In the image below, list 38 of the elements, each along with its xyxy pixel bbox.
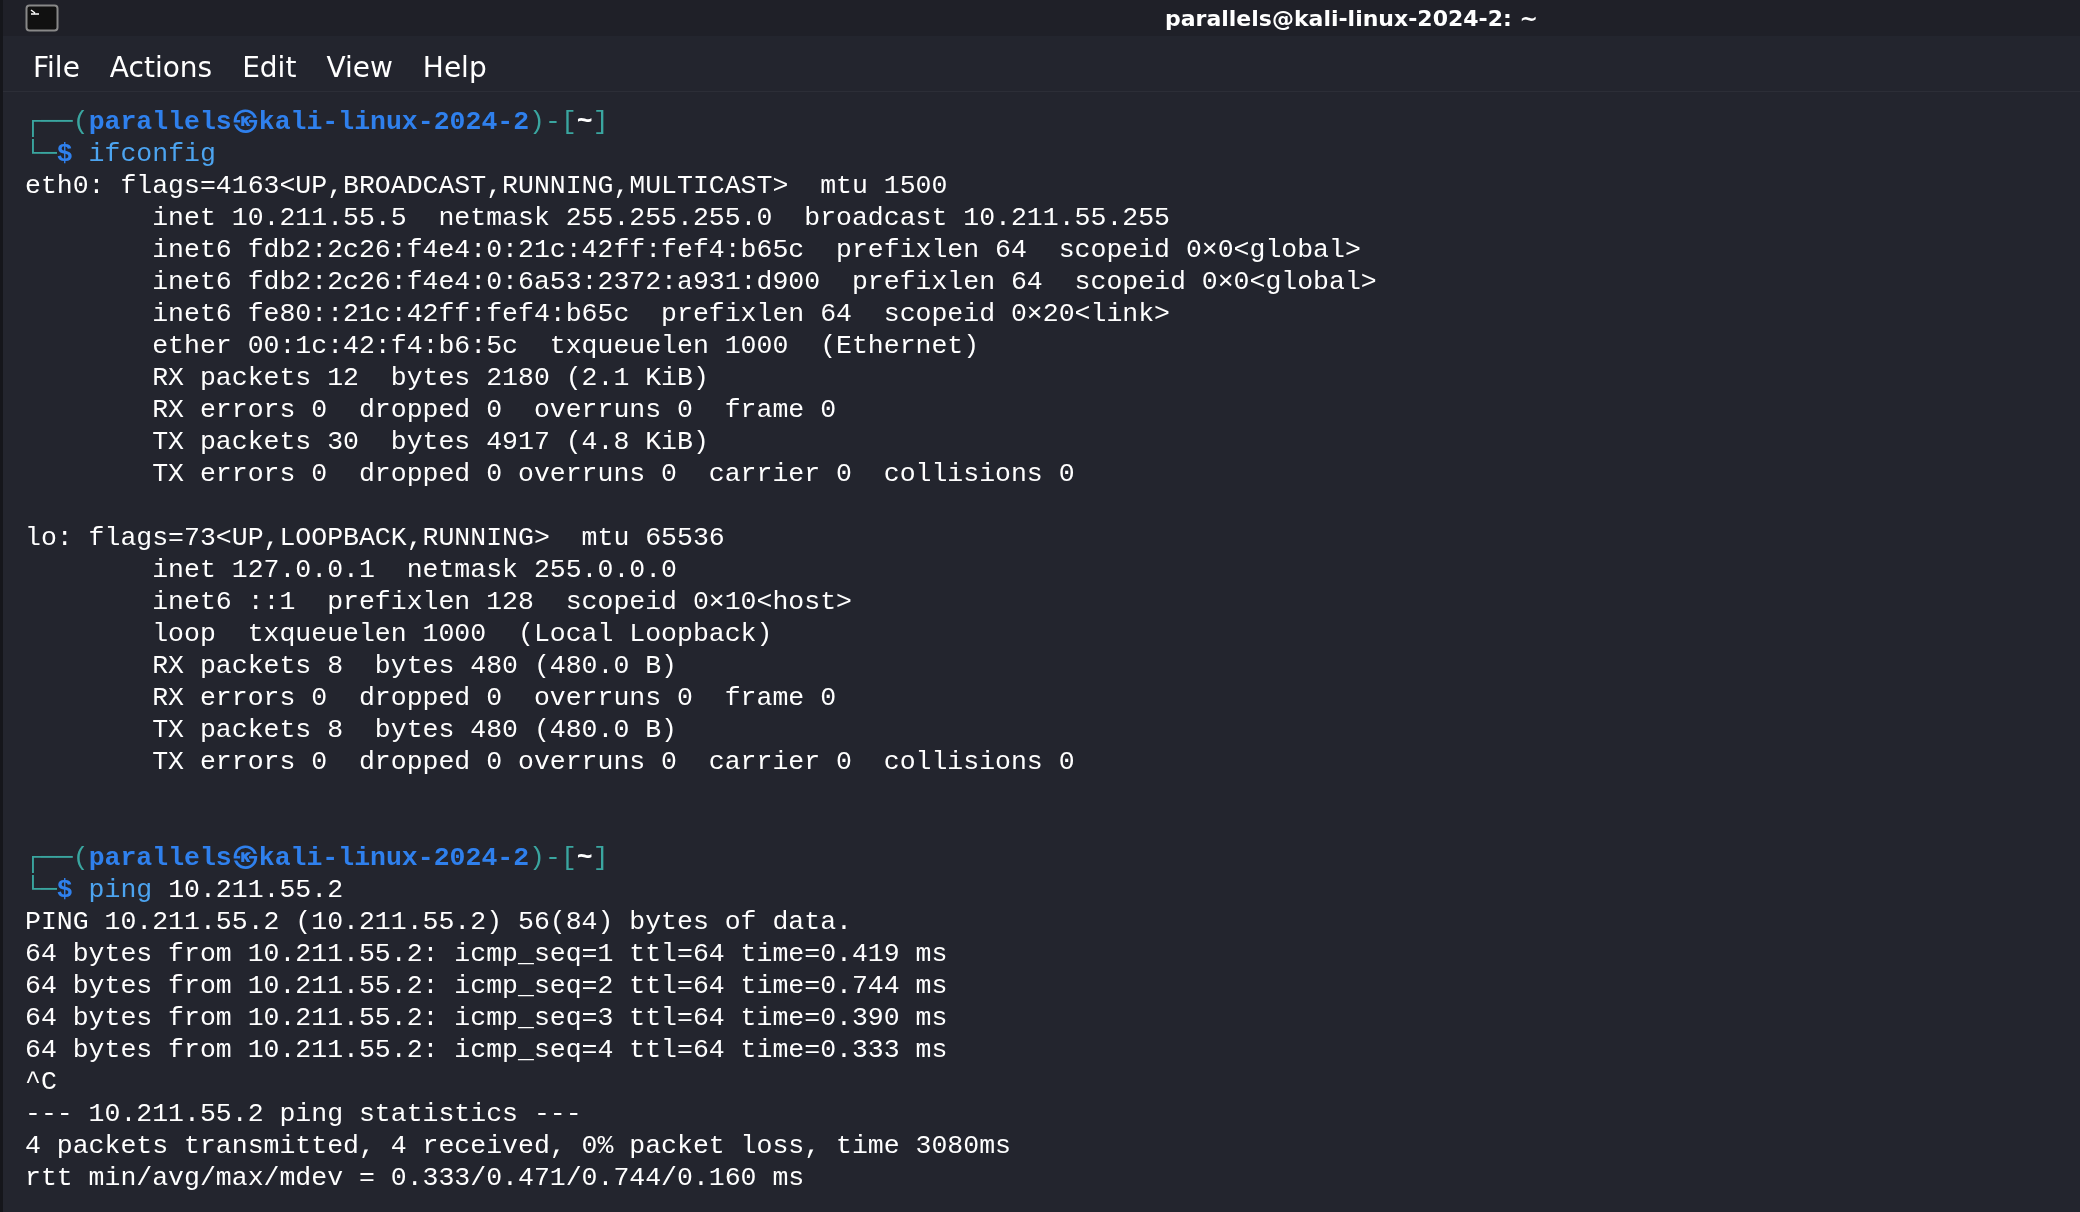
terminal-icon <box>25 4 59 32</box>
output-line: RX packets 8 bytes 480 (480.0 B) <box>151 650 678 682</box>
output-line: 64 bytes from 10.211.55.2: icmp_seq=4 ttl=64 time=0.333 ms <box>25 1034 949 1066</box>
window-title: parallels@kali-linux-2024-2: ~ <box>1165 5 1538 31</box>
menu-item[interactable]: Edit <box>239 48 300 88</box>
output-line: TX errors 0 dropped 0 overruns 0 carrier 0 collisions 0 <box>151 746 1076 778</box>
output-line: RX errors 0 dropped 0 overruns 0 frame 0 <box>151 682 838 714</box>
output-line: inet 127.0.0.1 netmask 255.0.0.0 <box>151 554 678 586</box>
output-line: rtt min/avg/max/mdev = 0.333/0.471/0.744/0.160 ms <box>25 1162 806 1194</box>
output-line: PING 10.211.55.2 (10.211.55.2) 56(84) bytes of data. <box>25 906 853 938</box>
output-line: TX errors 0 dropped 0 overruns 0 carrier 0 collisions 0 <box>151 458 1076 490</box>
prompt-line: └─$ ifconfig <box>25 138 217 170</box>
output-line: inet6 ::1 prefixlen 128 scopeid 0×10<host> <box>151 586 853 618</box>
output-line: 64 bytes from 10.211.55.2: icmp_seq=3 ttl=64 time=0.390 ms <box>25 1002 949 1034</box>
output-line: 64 bytes from 10.211.55.2: icmp_seq=1 ttl=64 time=0.419 ms <box>25 938 949 970</box>
output-line: RX errors 0 dropped 0 overruns 0 frame 0 <box>151 394 838 426</box>
output-line: inet6 fe80::21c:42ff:fef4:b65c prefixlen 64 scopeid 0×20<link> <box>151 298 1171 330</box>
output-line: eth0: flags=4163<UP,BROADCAST,RUNNING,MULTICAST> mtu 1500 <box>25 170 949 202</box>
output-line: RX packets 12 bytes 2180 (2.1 KiB) <box>151 362 710 394</box>
output-line: 64 bytes from 10.211.55.2: icmp_seq=2 ttl=64 time=0.744 ms <box>25 970 949 1002</box>
output-line: loop txqueuelen 1000 (Local Loopback) <box>151 618 774 650</box>
output-line: inet 10.211.55.5 netmask 255.255.255.0 broadcast 10.211.55.255 <box>151 202 1171 234</box>
output-line: inet6 fdb2:2c26:f4e4:0:6a53:2372:a931:d900 prefixlen 64 scopeid 0×0<global> <box>151 266 1378 298</box>
output-line: ^C <box>25 1066 58 1098</box>
menu-item[interactable]: Actions <box>106 48 216 88</box>
output-line: lo: flags=73<UP,LOOPBACK,RUNNING> mtu 65536 <box>25 522 726 554</box>
output-line: TX packets 8 bytes 480 (480.0 B) <box>151 714 678 746</box>
prompt-line: ┌──(parallels㉿kali-linux-2024-2)-[~] <box>25 842 610 874</box>
menu-item[interactable]: File <box>30 48 83 88</box>
menu-item[interactable]: View <box>323 48 396 88</box>
menu-item[interactable]: Help <box>419 48 490 88</box>
prompt-line: └─$ ping 10.211.55.2 <box>25 874 345 906</box>
output-line: 4 packets transmitted, 4 received, 0% packet loss, time 3080ms <box>25 1130 1012 1162</box>
output-line: inet6 fdb2:2c26:f4e4:0:21c:42ff:fef4:b65c prefixlen 64 scopeid 0×0<global> <box>151 234 1362 266</box>
output-line: ether 00:1c:42:f4:b6:5c txqueuelen 1000 (Ethernet) <box>151 330 981 362</box>
output-line: --- 10.211.55.2 ping statistics --- <box>25 1098 583 1130</box>
output-line: TX packets 30 bytes 4917 (4.8 KiB) <box>151 426 710 458</box>
prompt-line: ┌──(parallels㉿kali-linux-2024-2)-[~] <box>25 106 610 138</box>
